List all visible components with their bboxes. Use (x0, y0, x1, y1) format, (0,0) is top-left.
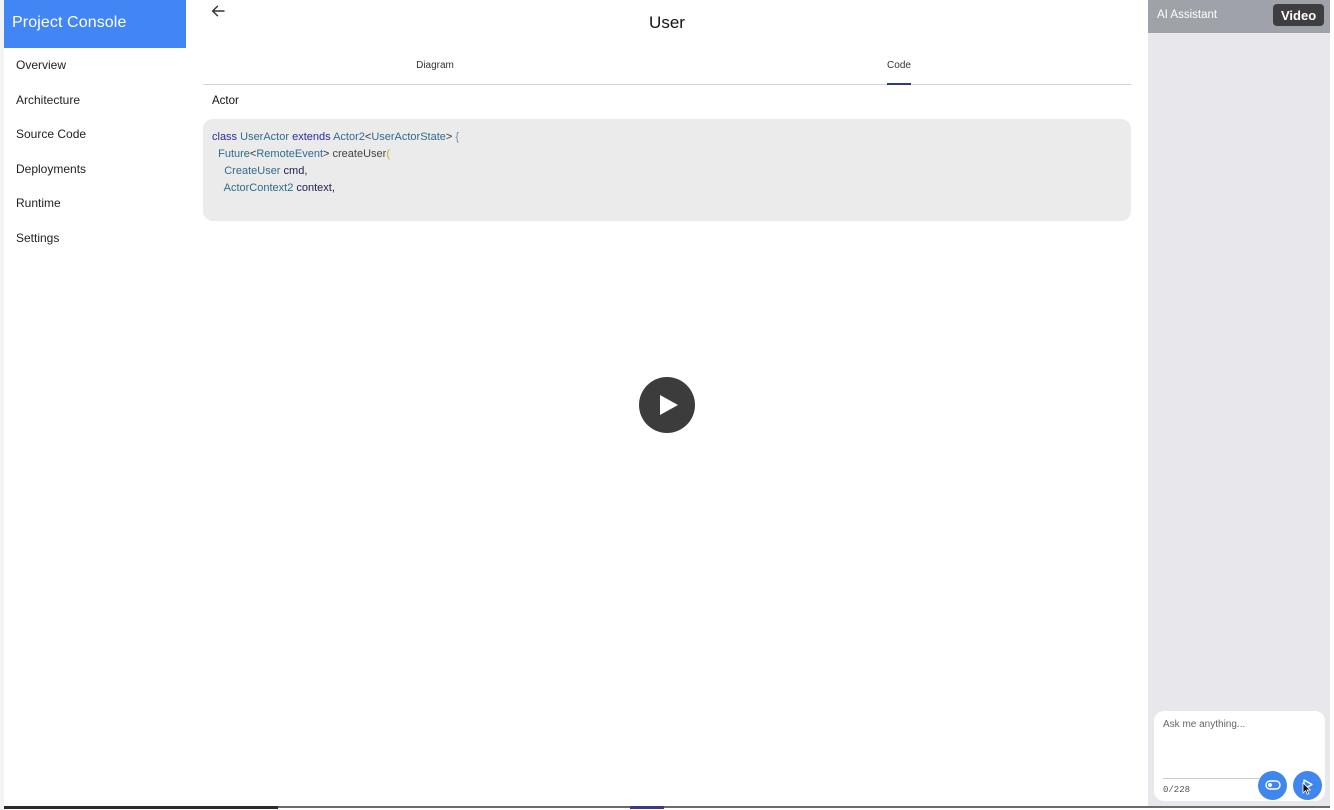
code-line: ActorContext2 context, (212, 180, 1122, 197)
bottom-edge-accent (630, 806, 664, 809)
chat-composer: 0/228 (1154, 711, 1325, 801)
code-line: CreateUser cmd, (212, 163, 1122, 180)
code-block: class UserActor extends Actor2<UserActor… (203, 119, 1131, 221)
ai-assistant-panel: AI Assistant Video 0/228 (1148, 0, 1330, 806)
sidebar: Project Console Overview Architecture So… (4, 0, 186, 806)
section-heading: Actor (212, 95, 239, 107)
code-type: RemoteEvent (256, 148, 324, 160)
app-brand: Project Console (4, 0, 186, 48)
main-content: User Diagram Code Actor class UserActor … (186, 0, 1148, 806)
code-keyword: extends (292, 131, 331, 143)
toggle-icon (1264, 777, 1281, 795)
code-function: createUser (332, 148, 387, 160)
sidebar-item-overview[interactable]: Overview (4, 48, 186, 83)
code-punct: > (323, 148, 330, 160)
assistant-title: AI Assistant (1157, 9, 1218, 21)
play-video-button[interactable] (639, 377, 695, 433)
tab-bar: Diagram Code (203, 52, 1131, 85)
tab-diagram[interactable]: Diagram (203, 52, 667, 84)
code-line: Future<RemoteEvent> createUser( (212, 146, 1122, 163)
code-keyword: class (212, 131, 238, 143)
code-type: Future (218, 148, 250, 160)
tab-code[interactable]: Code (667, 52, 1131, 85)
code-identifier: context, (296, 182, 335, 194)
chat-input[interactable] (1163, 719, 1313, 730)
sidebar-item-source-code[interactable]: Source Code (4, 117, 186, 152)
page-title: User (649, 13, 685, 32)
assistant-header: AI Assistant Video (1148, 0, 1330, 33)
input-underline (1163, 778, 1259, 779)
sidebar-item-architecture[interactable]: Architecture (4, 83, 186, 118)
sidebar-item-deployments[interactable]: Deployments (4, 152, 186, 187)
code-identifier: cmd, (283, 165, 308, 177)
sidebar-item-settings[interactable]: Settings (4, 221, 186, 256)
sidebar-nav: Overview Architecture Source Code Deploy… (4, 48, 186, 255)
code-type: ActorContext2 (223, 182, 294, 194)
code-type: Actor2 (333, 131, 365, 143)
code-type: CreateUser (224, 165, 281, 177)
code-paren: ( (386, 148, 390, 160)
code-brace: { (452, 131, 460, 143)
sidebar-item-runtime[interactable]: Runtime (4, 186, 186, 221)
mode-toggle-button[interactable] (1258, 771, 1287, 800)
code-type: UserActorState (371, 131, 446, 143)
app-window: Project Console Overview Architecture So… (0, 0, 1334, 810)
code-type: UserActor (240, 131, 290, 143)
video-badge[interactable]: Video (1273, 4, 1325, 26)
mouse-pointer-icon (1302, 782, 1312, 800)
char-counter: 0/228 (1163, 785, 1191, 795)
bottom-edge-segment (4, 806, 278, 809)
code-line: class UserActor extends Actor2<UserActor… (212, 129, 1122, 146)
